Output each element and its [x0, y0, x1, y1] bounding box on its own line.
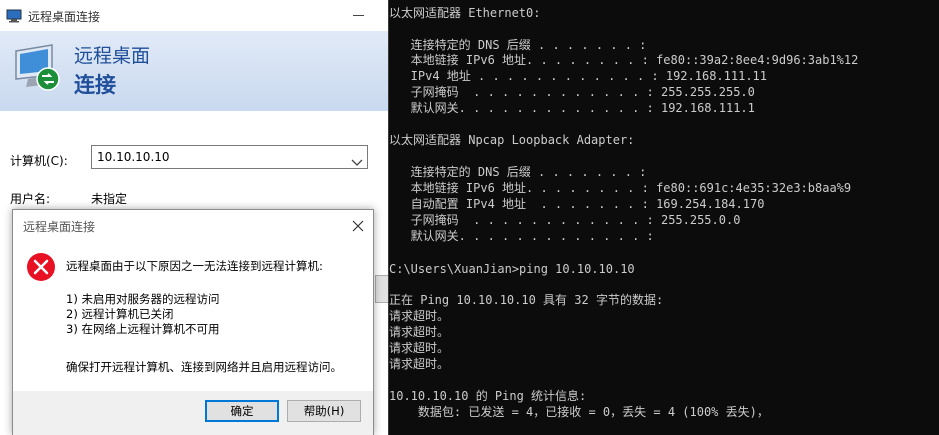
remote-desktop-app-icon	[6, 8, 22, 27]
rdp-title-bar: 远程桌面连接	[0, 0, 388, 31]
console-line: C:\Users\XuanJian>ping 10.10.10.10	[389, 262, 635, 276]
minimize-button[interactable]	[345, 4, 375, 26]
computer-combobox[interactable]: 10.10.10.10	[91, 145, 368, 169]
ok-button[interactable]: 确定	[205, 400, 279, 422]
console-line: 子网掩码 . . . . . . . . . . . . : 255.255.2…	[389, 85, 755, 99]
help-button[interactable]: 帮助(H)	[287, 400, 361, 422]
reason-item: 2) 远程计算机已关闭	[66, 307, 174, 321]
rdp-window-title: 远程桌面连接	[28, 10, 101, 24]
error-message: 远程桌面由于以下原因之一无法连接到远程计算机:	[66, 259, 323, 273]
reason-item: 1) 未启用对服务器的远程访问	[66, 292, 220, 306]
console-line: 请求超时。	[389, 325, 450, 339]
console-line: 请求超时。	[389, 357, 450, 371]
remote-desktop-logo-icon	[12, 43, 66, 97]
console-line: 本地链接 IPv6 地址. . . . . . . . : fe80::39a2…	[389, 53, 859, 67]
close-icon[interactable]	[351, 218, 365, 232]
user-value: 未指定	[91, 192, 128, 206]
chevron-down-icon[interactable]	[351, 152, 363, 171]
console-line: 数据包: 已发送 = 4，已接收 = 0，丢失 = 4 (100% 丢失)，	[389, 405, 769, 419]
console-window[interactable]: 以太网适配器 Ethernet0: 连接特定的 DNS 后缀 . . . . .…	[389, 0, 939, 435]
error-tip: 确保打开远程计算机、连接到网络并且启用远程访问。	[66, 360, 342, 374]
dialog-title: 远程桌面连接	[23, 220, 96, 234]
reason-item: 3) 在网络上远程计算机不可用	[66, 322, 220, 336]
error-dialog: 远程桌面连接 远程桌面由于以下原因之一无法连接到远程计算机: 1) 未启用对服务…	[12, 209, 374, 435]
console-line: 请求超时。	[389, 341, 450, 355]
console-line: 以太网适配器 Ethernet0:	[389, 6, 541, 20]
computer-label: 计算机(C):	[10, 154, 68, 168]
banner-title-line1: 远程桌面	[74, 45, 151, 67]
console-line: IPv4 地址 . . . . . . . . . . . . : 192.16…	[389, 69, 768, 83]
user-label: 用户名:	[10, 192, 51, 206]
dialog-footer: 确定 帮助(H)	[13, 391, 373, 435]
console-line: 默认网关. . . . . . . . . . . . . : 192.168.…	[389, 101, 755, 115]
banner-title-line2: 连接	[74, 73, 116, 97]
console-line: 以太网适配器 Npcap Loopback Adapter:	[389, 133, 635, 147]
console-line: 自动配置 IPv4 地址 . . . . . . . : 169.254.184…	[389, 197, 765, 211]
console-line: 连接特定的 DNS 后缀 . . . . . . . :	[389, 38, 647, 52]
computer-value: 10.10.10.10	[97, 150, 170, 164]
partially-hidden-button[interactable]	[375, 275, 388, 303]
error-icon	[26, 252, 56, 286]
console-line: 10.10.10.10 的 Ping 统计信息:	[389, 389, 587, 403]
rdp-banner: 远程桌面 连接	[0, 31, 388, 111]
console-line: 子网掩码 . . . . . . . . . . . . : 255.255.0…	[389, 213, 741, 227]
console-line: 正在 Ping 10.10.10.10 具有 32 字节的数据:	[389, 293, 664, 307]
reason-list: 1) 未启用对服务器的远程访问 2) 远程计算机已关闭 3) 在网络上远程计算机…	[66, 292, 219, 337]
console-line: 请求超时。	[389, 309, 450, 323]
console-line: 连接特定的 DNS 后缀 . . . . . . . :	[389, 165, 647, 179]
console-line: 默认网关. . . . . . . . . . . . . :	[389, 229, 654, 243]
console-line: 本地链接 IPv6 地址. . . . . . . . : fe80::691c…	[389, 181, 852, 195]
